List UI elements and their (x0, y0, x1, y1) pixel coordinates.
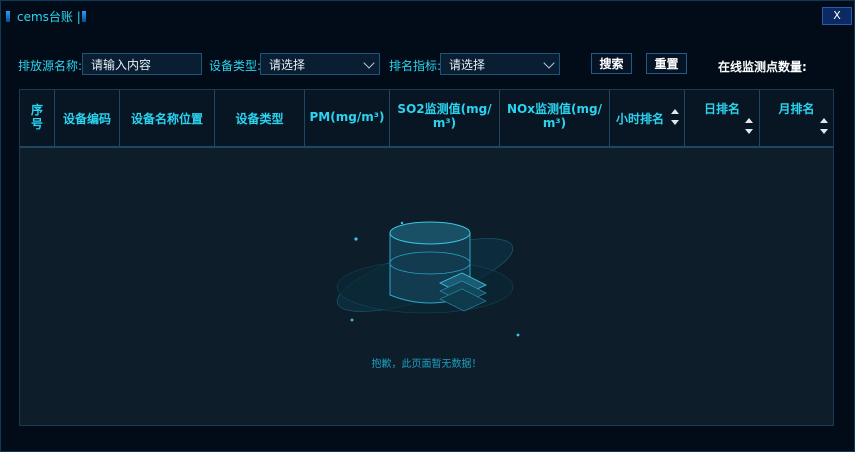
empty-state-message: 抱歉，此页面暂无数据！ (371, 359, 482, 370)
source-name-label: 排放源名称: (18, 59, 83, 73)
col-nox: NOx监测值(mg/m³) (500, 90, 610, 146)
chevron-down-icon (543, 57, 555, 69)
rank-index-label: 排名指标: (389, 59, 442, 73)
device-type-select-value: 请选择 (269, 58, 306, 72)
col-pm-label: PM(mg/m³) (309, 110, 385, 124)
source-name-input[interactable]: 请输入内容 (82, 53, 202, 75)
col-month-rank[interactable]: 月排名 (760, 90, 833, 146)
sort-descending-icon[interactable] (820, 129, 828, 134)
sort-ascending-icon[interactable] (820, 118, 828, 123)
title-bar: cems台账 | X (1, 1, 854, 31)
chevron-down-icon (363, 57, 375, 69)
col-day-rank[interactable]: 日排名 (685, 90, 760, 146)
col-nox-label: NOx监测值(mg/m³) (507, 102, 602, 130)
reset-button[interactable]: 重置 (646, 53, 687, 74)
rank-index-select[interactable]: 请选择 (440, 53, 560, 75)
col-day-rank-label: 日排名 (703, 102, 740, 116)
col-hour-rank-label: 小时排名 (615, 112, 664, 126)
device-type-label: 设备类型: (209, 59, 262, 73)
col-month-rank-label: 月排名 (778, 102, 815, 116)
col-device-location: 设备名称位置 (120, 90, 215, 146)
col-device-type-label: 设备类型 (235, 112, 284, 126)
col-device-code: 设备编码 (55, 90, 120, 146)
col-device-code-label: 设备编码 (62, 112, 111, 126)
sort-descending-icon[interactable] (745, 129, 753, 134)
col-hour-rank[interactable]: 小时排名 (610, 90, 685, 146)
sort-descending-icon[interactable] (671, 120, 679, 125)
rank-index-select-value: 请选择 (449, 58, 486, 72)
search-button[interactable]: 搜索 (591, 53, 632, 74)
title-right-marker (82, 11, 86, 22)
online-points-count-label: 在线监测点数量: (718, 60, 807, 74)
empty-data-illustration-icon (336, 221, 520, 337)
col-device-type: 设备类型 (215, 90, 305, 146)
sort-ascending-icon[interactable] (745, 118, 753, 123)
title-left-marker (6, 11, 10, 22)
col-index-label: 序号 (30, 103, 43, 131)
col-pm: PM(mg/m³) (305, 90, 390, 146)
close-button[interactable]: X (822, 7, 852, 25)
col-so2: SO2监测值(mg/m³) (390, 90, 500, 146)
device-type-select[interactable]: 请选择 (260, 53, 380, 75)
sort-ascending-icon[interactable] (671, 109, 679, 114)
col-index: 序号 (20, 90, 55, 146)
col-so2-label: SO2监测值(mg/m³) (397, 102, 492, 130)
data-table: 序号 设备编码 设备名称位置 设备类型 PM(mg/m³) SO2监测值(mg/… (19, 89, 834, 426)
table-header: 序号 设备编码 设备名称位置 设备类型 PM(mg/m³) SO2监测值(mg/… (20, 90, 833, 148)
cems-ledger-dialog: cems台账 | X 排放源名称: 请输入内容 设备类型: 请选择 排名指标: … (0, 0, 855, 452)
col-device-location-label: 设备名称位置 (130, 112, 203, 126)
window-title: cems台账 | (17, 10, 81, 24)
